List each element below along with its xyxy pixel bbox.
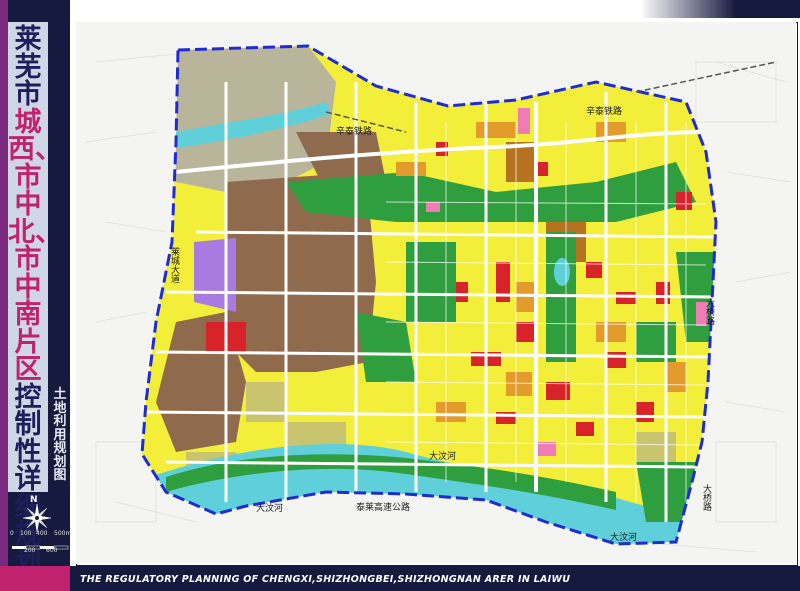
- scale-tick: 400: [36, 530, 48, 537]
- scale-tick: 500m: [54, 530, 72, 537]
- english-title: THE REGULATORY PLANNING OF CHENGXI,SHIZH…: [80, 574, 571, 585]
- lake-central: [554, 258, 570, 286]
- label-river-east: 大汶河: [610, 531, 637, 543]
- compass-icon: [22, 503, 52, 533]
- scale-tick: 200: [24, 547, 36, 554]
- scale-bar: 0 100 400 500m 200 600: [10, 530, 71, 557]
- warehouse-zone: [194, 238, 236, 312]
- label-rail-east: 辛泰铁路: [586, 105, 622, 117]
- scale-bar-graphic: [12, 545, 69, 550]
- plan-title: 莱芜市城西、市中北、市中南片区控制性详细规划: [8, 24, 62, 576]
- top-accent-stripe: [640, 0, 800, 18]
- scale-tick: 600: [46, 547, 58, 554]
- label-expressway: 泰莱高速公路: [356, 501, 410, 513]
- park-central: [406, 242, 456, 322]
- scale-tick: 100: [20, 530, 32, 537]
- map-subtitle: 土地利用规划图: [53, 387, 67, 483]
- label-river-west: 大汶河: [256, 502, 283, 514]
- label-daqiao-road-upper: 大桥路: [704, 297, 715, 326]
- scale-tick: 0: [10, 530, 14, 537]
- label-daqiao-road-lower: 大桥路: [701, 483, 712, 512]
- label-rail-west: 辛泰铁路: [336, 125, 372, 137]
- label-laicheng-road: 莱城大道: [169, 246, 180, 284]
- land-use-map: 辛泰铁路 辛泰铁路 莱城大道 大桥路 大桥路 大汶河 大汶河 大汶河 泰莱高速公…: [76, 22, 796, 564]
- label-river-center: 大汶河: [429, 450, 456, 462]
- bottom-accent: [0, 566, 70, 591]
- plan-title-city: 莱芜市: [14, 24, 42, 110]
- left-accent-strip: [0, 0, 8, 591]
